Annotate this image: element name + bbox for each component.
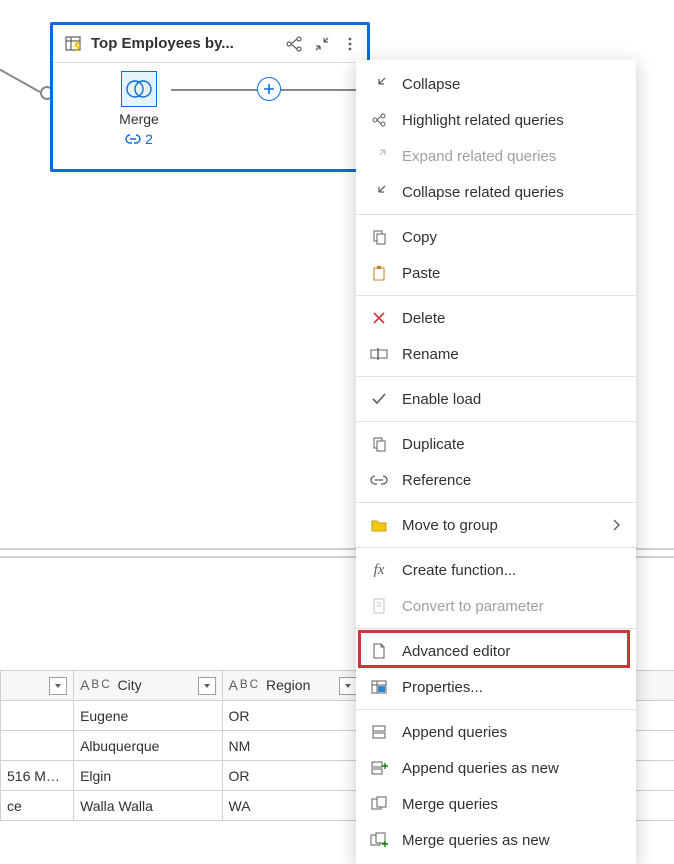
- incoming-connector-line: [0, 74, 40, 94]
- menu-label: Paste: [402, 265, 620, 282]
- menu-separator: [356, 295, 636, 296]
- column-label: Region: [266, 677, 310, 693]
- text-type-icon: ABC: [80, 677, 110, 693]
- fx-icon: fx: [368, 559, 390, 581]
- text-type-icon: ABC: [229, 677, 259, 693]
- menu-copy[interactable]: Copy: [356, 219, 636, 255]
- collapse-diagonal-icon: [368, 73, 390, 95]
- menu-label: Duplicate: [402, 436, 620, 453]
- add-step-button[interactable]: [257, 77, 281, 101]
- menu-label: Enable load: [402, 391, 620, 408]
- menu-separator: [356, 628, 636, 629]
- menu-separator: [356, 214, 636, 215]
- append-new-icon: [368, 757, 390, 779]
- link-count[interactable]: 2: [125, 131, 153, 147]
- column-header-region[interactable]: ABC Region: [222, 671, 363, 701]
- menu-label: Merge queries: [402, 796, 620, 813]
- chevron-right-icon: [612, 519, 620, 531]
- step-connector-line-right: [281, 89, 367, 91]
- menu-label: Advanced editor: [402, 643, 620, 660]
- menu-label: Move to group: [402, 517, 600, 534]
- folder-icon: [368, 514, 390, 536]
- menu-label: Rename: [402, 346, 620, 363]
- menu-merge-queries-new[interactable]: Merge queries as new: [356, 822, 636, 858]
- menu-separator: [356, 502, 636, 503]
- menu-label: Convert to parameter: [402, 598, 620, 615]
- link-count-value: 2: [145, 131, 153, 147]
- menu-label: Reference: [402, 472, 620, 489]
- menu-move-to-group[interactable]: Move to group: [356, 507, 636, 543]
- menu-label: Append queries: [402, 724, 620, 741]
- menu-label: Properties...: [402, 679, 620, 696]
- expand-diagonal-icon: [368, 145, 390, 167]
- step-connector-line: [171, 89, 257, 91]
- menu-label: Merge queries as new: [402, 832, 620, 849]
- merge-venn-icon: [121, 71, 157, 107]
- query-node-title: Top Employees by...: [91, 35, 277, 52]
- link-icon: [125, 133, 141, 145]
- column-header-0[interactable]: [1, 671, 74, 701]
- menu-label: Highlight related queries: [402, 112, 620, 129]
- rename-icon: [368, 343, 390, 365]
- more-options-icon[interactable]: [339, 33, 361, 55]
- collapse-diagonal-icon[interactable]: [311, 33, 333, 55]
- menu-separator: [356, 376, 636, 377]
- paste-icon: [368, 262, 390, 284]
- menu-separator: [356, 547, 636, 548]
- merge-step-label: Merge: [107, 111, 171, 127]
- menu-collapse-related[interactable]: Collapse related queries: [356, 174, 636, 210]
- menu-rename[interactable]: Rename: [356, 336, 636, 372]
- menu-advanced-editor[interactable]: Advanced editor: [356, 633, 636, 669]
- menu-delete[interactable]: Delete: [356, 300, 636, 336]
- link-icon: [368, 469, 390, 491]
- copy-icon: [368, 226, 390, 248]
- menu-label: Create function...: [402, 562, 620, 579]
- menu-label: Append queries as new: [402, 760, 620, 777]
- menu-highlight-related[interactable]: Highlight related queries: [356, 102, 636, 138]
- menu-append-queries[interactable]: Append queries: [356, 714, 636, 750]
- filter-dropdown-icon[interactable]: [49, 677, 67, 695]
- context-menu: Collapse Highlight related queries Expan…: [356, 60, 636, 864]
- column-label: City: [118, 677, 142, 693]
- menu-label: Copy: [402, 229, 620, 246]
- duplicate-icon: [368, 433, 390, 455]
- merge-icon: [368, 793, 390, 815]
- table-lightning-icon: [63, 33, 85, 55]
- menu-label: Expand related queries: [402, 148, 620, 165]
- menu-duplicate[interactable]: Duplicate: [356, 426, 636, 462]
- query-node-header: Top Employees by...: [53, 25, 367, 63]
- menu-paste[interactable]: Paste: [356, 255, 636, 291]
- menu-collapse[interactable]: Collapse: [356, 66, 636, 102]
- menu-append-queries-new[interactable]: Append queries as new: [356, 750, 636, 786]
- merge-step[interactable]: Merge 2: [107, 71, 171, 148]
- merge-new-icon: [368, 829, 390, 851]
- menu-label: Delete: [402, 310, 620, 327]
- menu-expand-related: Expand related queries: [356, 138, 636, 174]
- menu-properties[interactable]: Properties...: [356, 669, 636, 705]
- menu-separator: [356, 421, 636, 422]
- menu-create-function[interactable]: fx Create function...: [356, 552, 636, 588]
- column-header-city[interactable]: ABC City: [74, 671, 222, 701]
- dependency-tree-icon: [368, 109, 390, 131]
- menu-label: Collapse related queries: [402, 184, 620, 201]
- filter-dropdown-icon[interactable]: [198, 677, 216, 695]
- collapse-diagonal-icon: [368, 181, 390, 203]
- menu-enable-load[interactable]: Enable load: [356, 381, 636, 417]
- append-icon: [368, 721, 390, 743]
- filter-dropdown-icon[interactable]: [339, 677, 357, 695]
- document-icon: [368, 640, 390, 662]
- menu-convert-to-parameter: Convert to parameter: [356, 588, 636, 624]
- menu-reference[interactable]: Reference: [356, 462, 636, 498]
- dependency-tree-icon[interactable]: [283, 33, 305, 55]
- menu-separator: [356, 709, 636, 710]
- parameter-icon: [368, 595, 390, 617]
- query-node[interactable]: Top Employees by...: [50, 22, 370, 172]
- menu-merge-queries[interactable]: Merge queries: [356, 786, 636, 822]
- checkmark-icon: [368, 388, 390, 410]
- menu-label: Collapse: [402, 76, 620, 93]
- delete-x-icon: [368, 307, 390, 329]
- query-node-body: Merge 2: [53, 63, 367, 171]
- properties-grid-icon: [368, 676, 390, 698]
